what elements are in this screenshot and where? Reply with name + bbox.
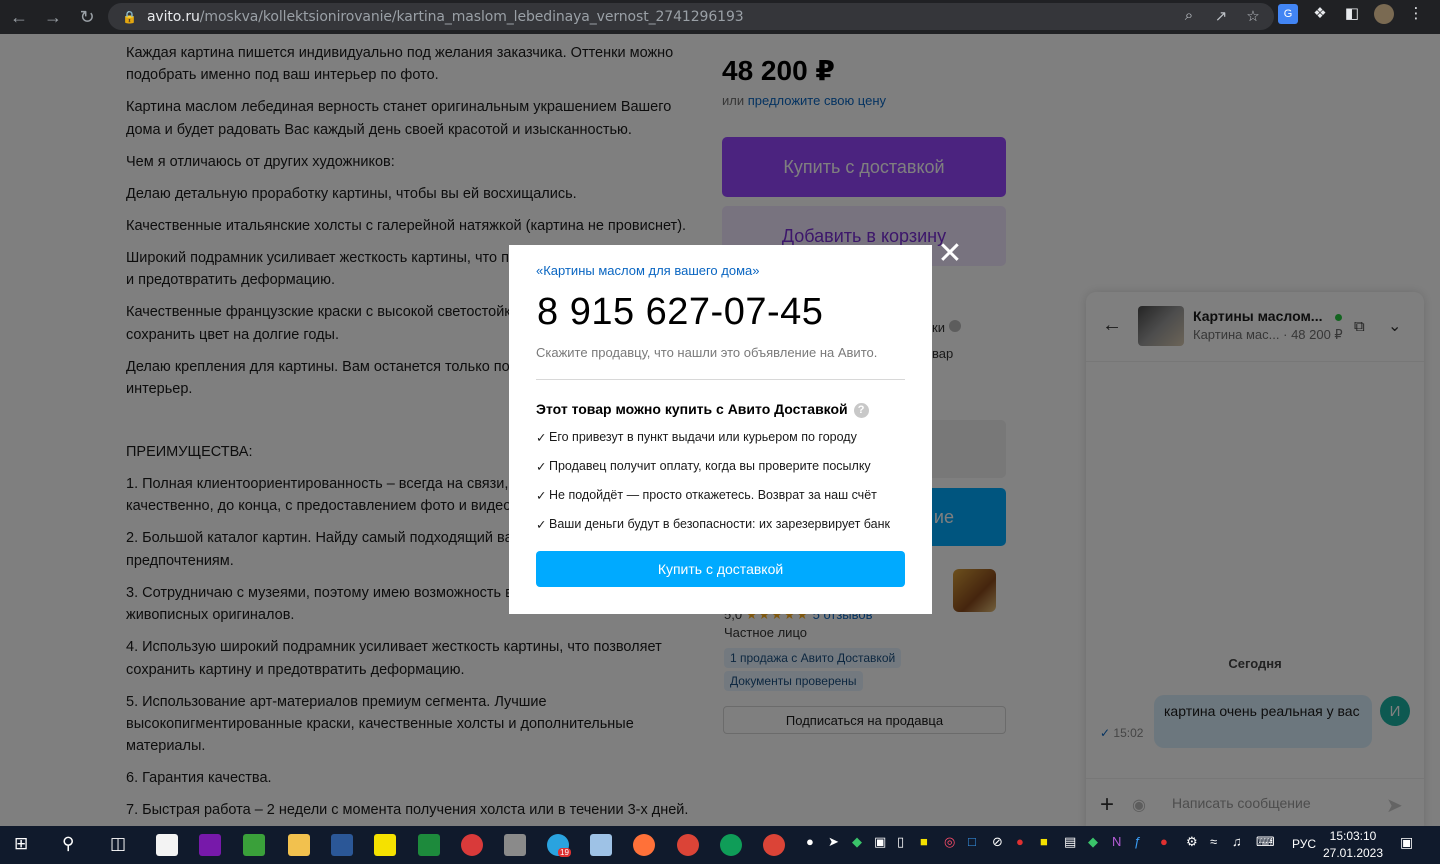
profile-icon[interactable]	[1374, 4, 1394, 24]
window-icon[interactable]: ▤	[1064, 834, 1076, 850]
url-text[interactable]: avito.ru/moskva/kollektsionirovanie/kart…	[147, 9, 744, 25]
chrome-icon[interactable]	[720, 834, 742, 856]
app-icon[interactable]	[504, 834, 526, 856]
benefit-item: ✓ Ваши деньги будут в безопасности: их за…	[536, 517, 916, 546]
star-icon[interactable]: ☆	[1244, 7, 1262, 25]
phone-number: 8 915 627-07-45	[537, 291, 824, 333]
question-icon[interactable]: ?	[853, 403, 869, 418]
back-icon[interactable]: ←	[4, 2, 34, 32]
modal-buy-button[interactable]: Купить с доставкой	[536, 551, 905, 587]
wifi-icon[interactable]: ≈	[1210, 834, 1217, 849]
sticky-tray-icon[interactable]: ■	[1040, 834, 1048, 849]
app-tray-icon[interactable]: ●	[1160, 834, 1168, 849]
file-icon[interactable]: ▯	[897, 834, 904, 850]
task-view-icon[interactable]: ◫	[110, 834, 126, 854]
chrome-icon[interactable]	[763, 834, 785, 856]
modal-hint: Скажите продавцу, что нашли это объявлен…	[536, 345, 878, 360]
firefox-icon[interactable]	[633, 834, 655, 856]
address-bar[interactable]: 🔒 avito.ru/moskva/kollektsionirovanie/ka…	[108, 3, 1274, 30]
block-icon[interactable]: ⊘	[992, 834, 1003, 850]
check-icon: ✓	[536, 518, 547, 532]
tray-app-icon[interactable]: ●	[806, 834, 814, 849]
telegram-tray-icon[interactable]: ➤	[828, 834, 839, 850]
volume-icon[interactable]: ♫	[1232, 834, 1242, 849]
app-icon[interactable]	[461, 834, 483, 856]
sticky-notes-icon[interactable]	[374, 834, 396, 856]
search-icon[interactable]: ⚲	[62, 834, 74, 854]
language-indicator[interactable]: РУС	[1292, 837, 1316, 851]
check-icon: ✓	[536, 431, 547, 445]
shop-name[interactable]: «Картины маслом для вашего дома»	[536, 263, 760, 278]
clock[interactable]: 15:03:10 27.01.2023	[1322, 828, 1384, 862]
zoom-icon[interactable]: ⌕	[1180, 7, 1198, 25]
share-icon[interactable]: ↗	[1212, 7, 1230, 25]
windows-taskbar: ⊞ ⚲ ◫ 19 ● ➤ ◆ ▣ ▯ ■ ◎ □ ⊘ ● ■ ▤ ◆ N ƒ ●…	[0, 826, 1440, 864]
phone-modal: «Картины маслом для вашего дома» 8 915 6…	[509, 245, 932, 614]
monitor-icon[interactable]: ▣	[874, 834, 886, 850]
network-app-icon[interactable]: ◆	[1088, 834, 1098, 850]
forward-icon[interactable]: →	[38, 2, 68, 32]
record-icon[interactable]: ◎	[944, 834, 955, 850]
shield-icon[interactable]: ◆	[852, 834, 862, 850]
notifications-icon[interactable]: ▣	[1400, 834, 1413, 851]
screenshot-icon[interactable]: □	[968, 834, 976, 849]
delivery-title: Этот товар можно купить с Авито Доставко…	[536, 401, 869, 418]
word-icon[interactable]	[331, 834, 353, 856]
file-explorer-icon[interactable]	[288, 834, 310, 856]
puzzle-icon[interactable]: ❖	[1310, 4, 1330, 24]
app-tray-icon[interactable]: ●	[1016, 834, 1024, 849]
reload-icon[interactable]: ↻	[72, 2, 102, 32]
sidepanel-icon[interactable]: ◧	[1342, 4, 1362, 24]
lock-icon[interactable]: 🔒	[122, 10, 137, 24]
check-icon: ✓	[536, 460, 547, 474]
fx-icon[interactable]: ƒ	[1134, 834, 1141, 849]
benefit-item: ✓ Не подойдёт — просто откажетесь. Возвра…	[536, 488, 916, 517]
onenote-icon[interactable]	[199, 834, 221, 856]
windows-start-icon[interactable]: ⊞	[14, 834, 28, 854]
excel-icon[interactable]	[418, 834, 440, 856]
translate-icon[interactable]: G	[1278, 4, 1298, 24]
divider	[536, 379, 905, 380]
calculator-icon[interactable]	[590, 834, 612, 856]
keyboard-icon[interactable]: ⌨	[1256, 834, 1275, 850]
notes-tray-icon[interactable]: ■	[920, 834, 928, 849]
notes-app-icon[interactable]	[243, 834, 265, 856]
browser-toolbar: ← → ↻ 🔒 avito.ru/moskva/kollektsionirova…	[0, 0, 1440, 34]
usb-icon[interactable]: ⚙	[1186, 834, 1198, 850]
telegram-badge: 19	[558, 848, 571, 857]
chrome-icon[interactable]	[677, 834, 699, 856]
onenote-tray-icon[interactable]: N	[1112, 834, 1121, 849]
benefit-item: ✓ Его привезут в пункт выдачи или курьеро…	[536, 430, 916, 459]
delivery-benefits: ✓ Его привезут в пункт выдачи или курьеро…	[536, 430, 916, 546]
check-icon: ✓	[536, 489, 547, 503]
close-icon[interactable]: ✕	[936, 239, 964, 269]
benefit-item: ✓ Продавец получит оплату, когда вы прове…	[536, 459, 916, 488]
menu-icon[interactable]: ⋮	[1406, 4, 1426, 24]
notepad-icon[interactable]	[156, 834, 178, 856]
